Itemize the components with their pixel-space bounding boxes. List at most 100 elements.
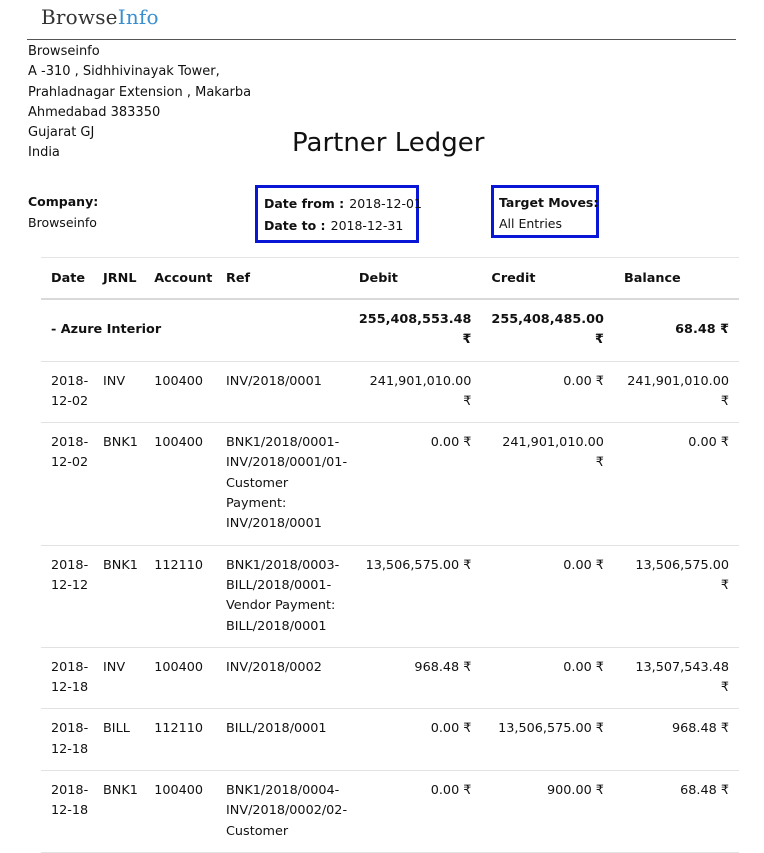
cell-jrnl: INV: [93, 361, 145, 424]
cell-ref-line: Customer: [226, 823, 289, 839]
cell-credit: 900.00 ₹: [481, 770, 614, 853]
cell-credit: 0.00 ₹: [481, 647, 614, 710]
address-line: Prahladnagar Extension , Makarba: [28, 84, 252, 100]
header-balance: Balance: [613, 257, 739, 300]
cell-ref-line: INV/2018/0002/02-: [226, 803, 348, 819]
header-debit: Debit: [348, 257, 482, 300]
report-title: Partner Ledger: [292, 128, 485, 158]
cell-date-line: 12-02: [51, 455, 89, 471]
cell-ref: BILL/2018/0001: [216, 708, 349, 772]
table-row: 2018- 12-18 INV 100400 INV/2018/0002 968.48 ₹…: [41, 647, 739, 710]
cell-date-line: 2018-: [51, 721, 89, 737]
cell-ref-line: Payment:: [226, 496, 287, 512]
date-from-value: 2018-12-01: [349, 196, 422, 211]
cell-ref: INV/2018/0001: [216, 361, 349, 424]
partner-balance: 68.48 ₹: [613, 299, 739, 362]
header-ref: Ref: [216, 257, 349, 300]
company-info: Company: Browseinfo: [28, 191, 98, 233]
cell-ref-line: BNK1/2018/0004-: [226, 783, 340, 799]
cell-date: 2018- 12-12: [41, 545, 94, 648]
partner-credit: 255,408,485.00 ₹: [481, 299, 614, 362]
partner-debit: 255,408,553.48 ₹: [348, 299, 482, 362]
cell-account: 100400: [144, 361, 216, 424]
partner-summary-row: - Azure Interior 255,408,553.48 ₹ 255,40…: [41, 299, 739, 362]
cell-ref: BNK1/2018/0001- INV/2018/0001/01- Customer…: [216, 422, 349, 546]
cell-debit: 0.00 ₹: [348, 708, 482, 772]
cell-date-line: 12-18: [51, 741, 89, 757]
cell-account: 112110: [144, 708, 216, 772]
cell-account: 112110: [144, 545, 216, 648]
table-row: 2018- 12-12 BNK1 112110 BNK1/2018/0003- BILL/…: [41, 545, 739, 648]
cell-debit: 968.48 ₹: [348, 647, 482, 710]
address-line: India: [28, 145, 60, 161]
cell-debit: 0.00 ₹: [348, 422, 482, 546]
address-line: Gujarat GJ: [28, 125, 95, 141]
cell-jrnl: BILL: [93, 708, 145, 772]
cell-date-line: 12-18: [51, 803, 89, 819]
target-moves-value: All Entries: [499, 216, 563, 231]
cell-date-line: 12-18: [51, 680, 89, 696]
date-to-label: Date to :: [264, 218, 326, 233]
cell-date: 2018- 12-18: [41, 708, 94, 772]
cell-debit: 241,901,010.00 ₹: [348, 361, 482, 424]
company-address: Browseinfo A -310 , Sidhhivinayak Tower,…: [28, 42, 251, 164]
date-from-label: Date from :: [264, 196, 345, 211]
browseinfo-logo: BrowseInfo: [41, 5, 159, 29]
cell-debit: 0.00 ₹: [348, 770, 482, 853]
cell-account: 100400: [144, 422, 216, 546]
cell-ref-line: BNK1/2018/0003-: [226, 557, 340, 573]
cell-date-line: 2018-: [51, 783, 89, 799]
cell-balance: 241,901,010.00 ₹: [613, 361, 739, 424]
header-jrnl: JRNL: [93, 257, 145, 300]
cell-debit: 13,506,575.00 ₹: [348, 545, 482, 648]
cell-credit: 241,901,010.00 ₹: [481, 422, 614, 546]
cell-ref-line: INV/2018/0001: [226, 373, 322, 389]
cell-credit: 0.00 ₹: [481, 545, 614, 648]
logo-accent-text: Info: [117, 5, 159, 29]
logo-main-text: Browse: [41, 5, 118, 29]
company-value: Browseinfo: [28, 215, 97, 230]
cell-jrnl: INV: [93, 647, 145, 710]
cell-ref: BNK1/2018/0003- BILL/2018/0001- Vendor Pay…: [216, 545, 349, 648]
table-row: 2018- 12-18 BNK1 100400 BNK1/2018/0004- INV/2…: [41, 770, 739, 853]
cell-balance: 68.48 ₹: [613, 770, 739, 853]
address-line: Browseinfo: [28, 44, 100, 59]
address-line: A -310 , Sidhhivinayak Tower,: [28, 64, 220, 80]
target-moves-box: Target Moves: All Entries: [491, 185, 599, 238]
cell-ref-line: BILL/2018/0001: [226, 618, 327, 634]
cell-ref-line: INV/2018/0001/01-: [226, 455, 348, 471]
date-to-value: 2018-12-31: [330, 218, 404, 233]
table-row: 2018- 12-02 BNK1 100400 BNK1/2018/0001- INV/2…: [41, 422, 739, 546]
cell-ref-line: Customer: [226, 475, 289, 491]
ledger-table: Date JRNL Account Ref Debit Credit Balan…: [41, 257, 739, 853]
cell-date-line: 2018-: [51, 659, 89, 675]
cell-date-line: 12-12: [51, 577, 89, 593]
partner-name: - Azure Interior: [41, 299, 349, 362]
cell-ref: INV/2018/0002: [216, 647, 349, 710]
cell-date-line: 2018-: [51, 435, 89, 451]
cell-ref-line: BNK1/2018/0001-: [226, 435, 340, 451]
cell-balance: 13,506,575.00 ₹: [613, 545, 739, 648]
cell-ref-line: BILL/2018/0001: [226, 721, 327, 737]
cell-date-line: 2018-: [51, 373, 89, 389]
company-label: Company:: [28, 194, 99, 209]
table-row: 2018- 12-18 BILL 112110 BILL/2018/0001 0.00 ₹…: [41, 708, 739, 772]
cell-ref: BNK1/2018/0004- INV/2018/0002/02- Customer: [216, 770, 349, 853]
cell-ref-line: INV/2018/0001: [226, 516, 322, 532]
cell-date: 2018- 12-02: [41, 361, 94, 424]
cell-credit: 0.00 ₹: [481, 361, 614, 424]
table-row: 2018- 12-02 INV 100400 INV/2018/0001 241,901,…: [41, 361, 739, 424]
header-date: Date: [41, 257, 94, 300]
address-line: Ahmedabad 383350: [28, 104, 161, 120]
date-range-box: Date from : 2018-12-01 Date to : 2018-12…: [255, 185, 422, 243]
cell-jrnl: BNK1: [93, 770, 145, 853]
table-header-row: Date JRNL Account Ref Debit Credit Balan…: [41, 257, 739, 300]
cell-account: 100400: [144, 770, 216, 853]
target-moves-label: Target Moves:: [499, 195, 599, 210]
cell-balance: 0.00 ₹: [613, 422, 739, 546]
cell-date: 2018- 12-02: [41, 422, 94, 546]
cell-date: 2018- 12-18: [41, 647, 94, 710]
cell-ref-line: BILL/2018/0001-: [226, 577, 332, 593]
header-account: Account: [144, 257, 216, 300]
header-divider: [27, 39, 736, 40]
